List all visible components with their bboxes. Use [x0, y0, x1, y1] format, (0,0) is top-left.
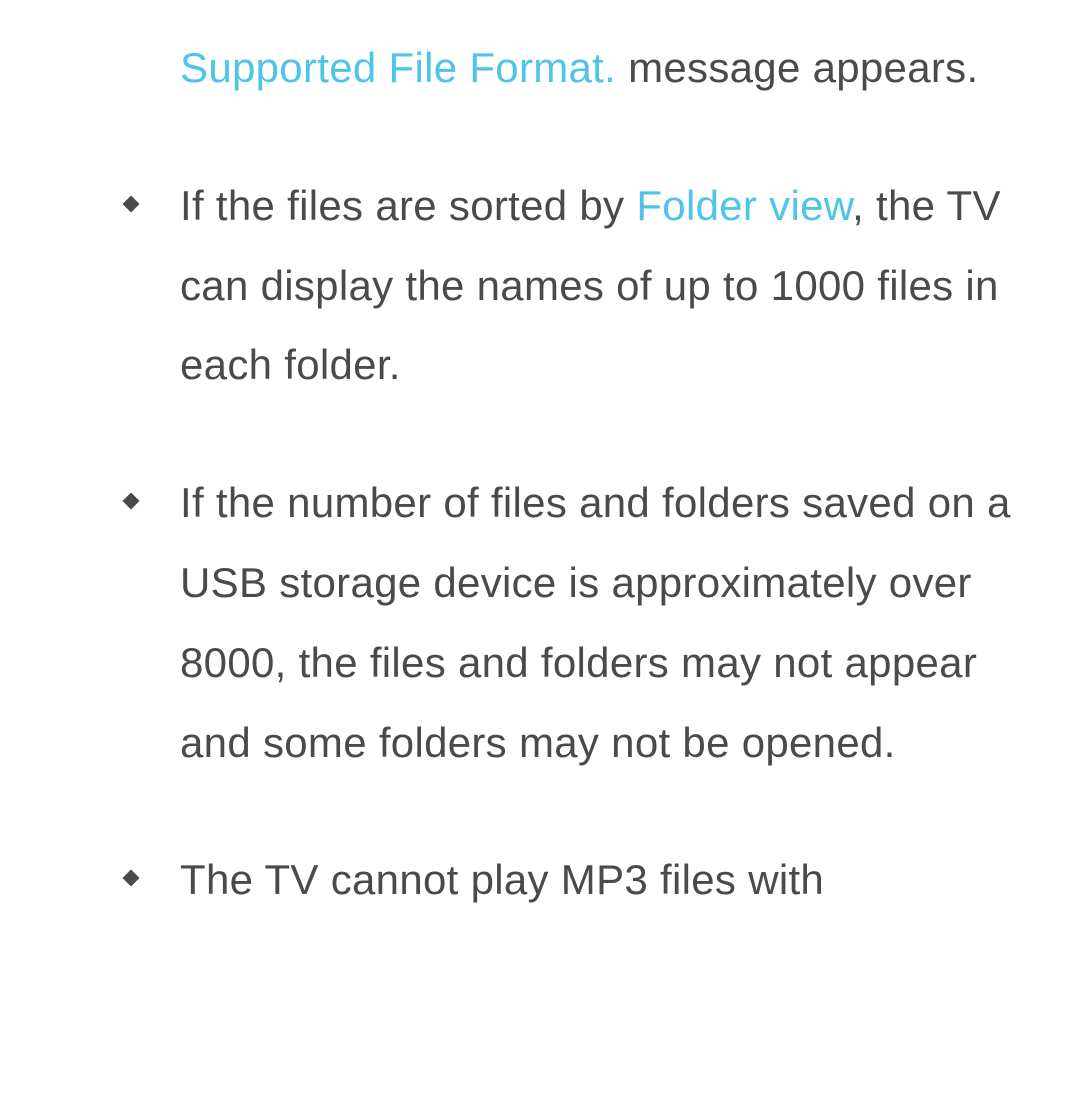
- highlighted-term: Folder view: [636, 182, 852, 229]
- highlighted-term: Supported File Format.: [180, 44, 616, 91]
- diamond-bullet-icon: [123, 493, 140, 510]
- diamond-bullet-icon: [123, 195, 140, 212]
- diamond-bullet-icon: [123, 870, 140, 887]
- document-content: Supported File Format. message appears. …: [0, 0, 1080, 920]
- list-item: If the files are sorted by Folder view, …: [40, 166, 1040, 405]
- item-text: If the number of files and folders saved…: [180, 479, 1011, 765]
- continuation-paragraph: Supported File Format. message appears.: [40, 28, 1040, 108]
- list-item: If the number of files and folders saved…: [40, 463, 1040, 782]
- item-text-prefix: If the files are sorted by: [180, 182, 636, 229]
- item-text: The TV cannot play MP3 files with: [180, 856, 824, 903]
- list-item: The TV cannot play MP3 files with: [40, 840, 1040, 920]
- fragment-text: message appears.: [616, 44, 978, 91]
- bullet-list: If the files are sorted by Folder view, …: [40, 166, 1040, 920]
